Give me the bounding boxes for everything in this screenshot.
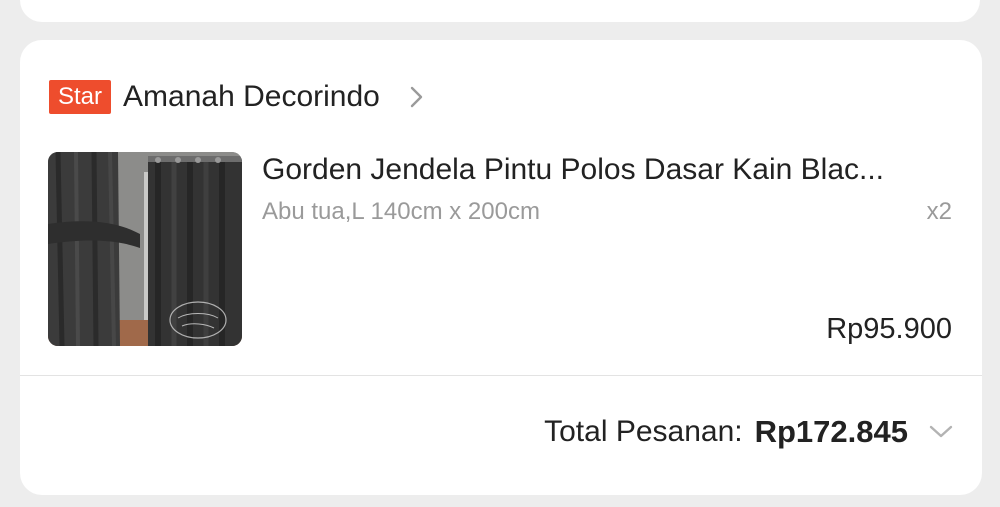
order-total-row[interactable]: Total Pesanan: Rp172.845 — [544, 412, 954, 452]
chevron-right-icon[interactable] — [406, 86, 428, 108]
previous-order-card — [20, 0, 980, 22]
total-label: Total Pesanan: — [544, 415, 743, 448]
star-seller-badge: Star — [49, 80, 112, 114]
product-name[interactable]: Gorden Jendela Pintu Polos Dasar Kain Bl… — [262, 152, 952, 188]
product-quantity: x2 — [926, 198, 952, 225]
divider — [20, 375, 982, 376]
order-card: Star Amanah Decorindo Gorden Jendela Pin… — [20, 40, 982, 495]
total-value: Rp172.845 — [754, 414, 908, 449]
product-price: Rp95.900 — [826, 313, 952, 345]
product-variant: Abu tua,L 140cm x 200cm — [262, 198, 540, 225]
shop-header[interactable]: Star Amanah Decorindo — [49, 80, 428, 114]
chevron-down-icon[interactable] — [928, 422, 954, 442]
product-thumbnail[interactable] — [48, 152, 242, 346]
shop-name[interactable]: Amanah Decorindo — [123, 80, 380, 114]
